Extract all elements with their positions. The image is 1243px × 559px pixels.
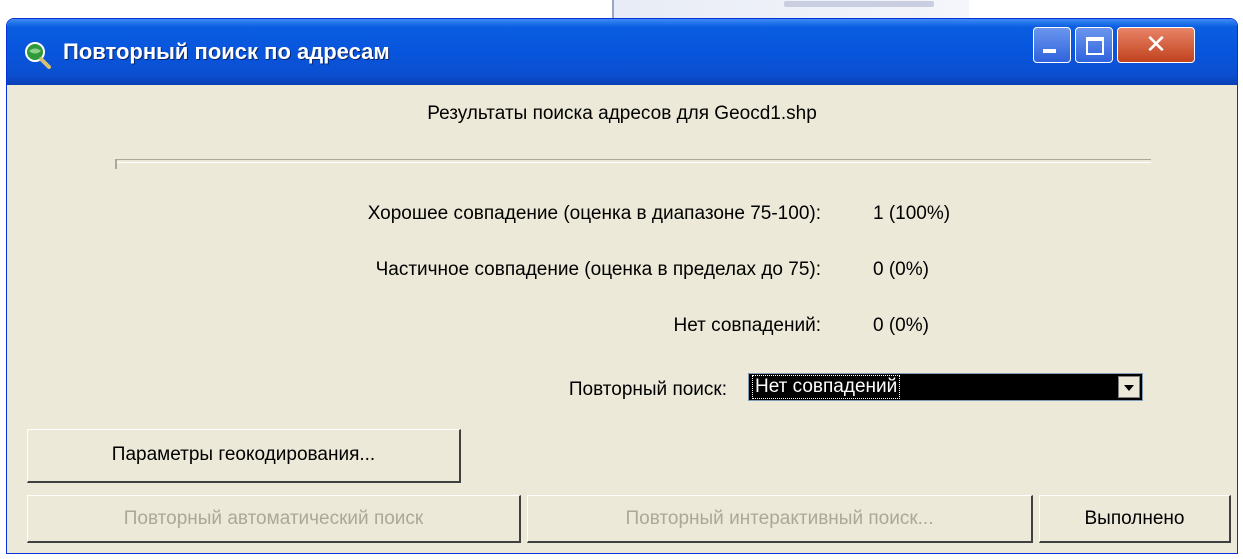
good-match-value: 1 (100%) — [873, 203, 951, 224]
background-window — [0, 0, 1243, 20]
rematch-label: Повторный поиск: — [568, 379, 727, 400]
done-label: Выполнено — [1084, 508, 1185, 529]
no-match-label: Нет совпадений: — [673, 315, 821, 336]
auto-rematch-button[interactable]: Повторный автоматический поиск — [27, 495, 521, 543]
auto-rematch-label: Повторный автоматический поиск — [123, 508, 424, 529]
separator-tick — [115, 159, 117, 169]
minimize-button[interactable] — [1033, 27, 1071, 63]
rematch-selected-value: Нет совпадений — [751, 375, 901, 399]
interactive-rematch-label: Повторный интерактивный поиск... — [625, 508, 934, 529]
partial-match-label: Частичное совпадение (оценка в пределах … — [375, 259, 821, 280]
chevron-down-icon[interactable] — [1118, 376, 1140, 398]
magnifier-globe-icon — [25, 42, 51, 69]
interactive-rematch-button[interactable]: Повторный интерактивный поиск... — [527, 495, 1033, 543]
close-button[interactable]: ✕ — [1117, 27, 1195, 63]
dialog-body: Результаты поиска адресов для Geocd1.shp… — [7, 85, 1237, 553]
rematch-dialog: Повторный поиск по адресам ✕ Результаты … — [6, 18, 1238, 554]
separator-line — [115, 159, 1151, 163]
close-icon: ✕ — [1145, 30, 1167, 60]
title-bar[interactable]: Повторный поиск по адресам ✕ — [7, 19, 1237, 85]
results-heading: Результаты поиска адресов для Geocd1.shp — [427, 103, 817, 124]
geocoding-options-button[interactable]: Параметры геокодирования... — [27, 429, 461, 483]
geocoding-options-label: Параметры геокодирования... — [111, 444, 376, 465]
good-match-label: Хорошее совпадение (оценка в диапазоне 7… — [367, 203, 821, 224]
maximize-button[interactable] — [1075, 27, 1113, 63]
rematch-select[interactable]: Нет совпадений — [748, 373, 1143, 401]
done-button[interactable]: Выполнено — [1039, 495, 1231, 543]
no-match-value: 0 (0%) — [873, 315, 929, 336]
window-title: Повторный поиск по адресам — [63, 39, 390, 64]
background-window-strip — [612, 0, 969, 18]
partial-match-value: 0 (0%) — [873, 259, 929, 280]
